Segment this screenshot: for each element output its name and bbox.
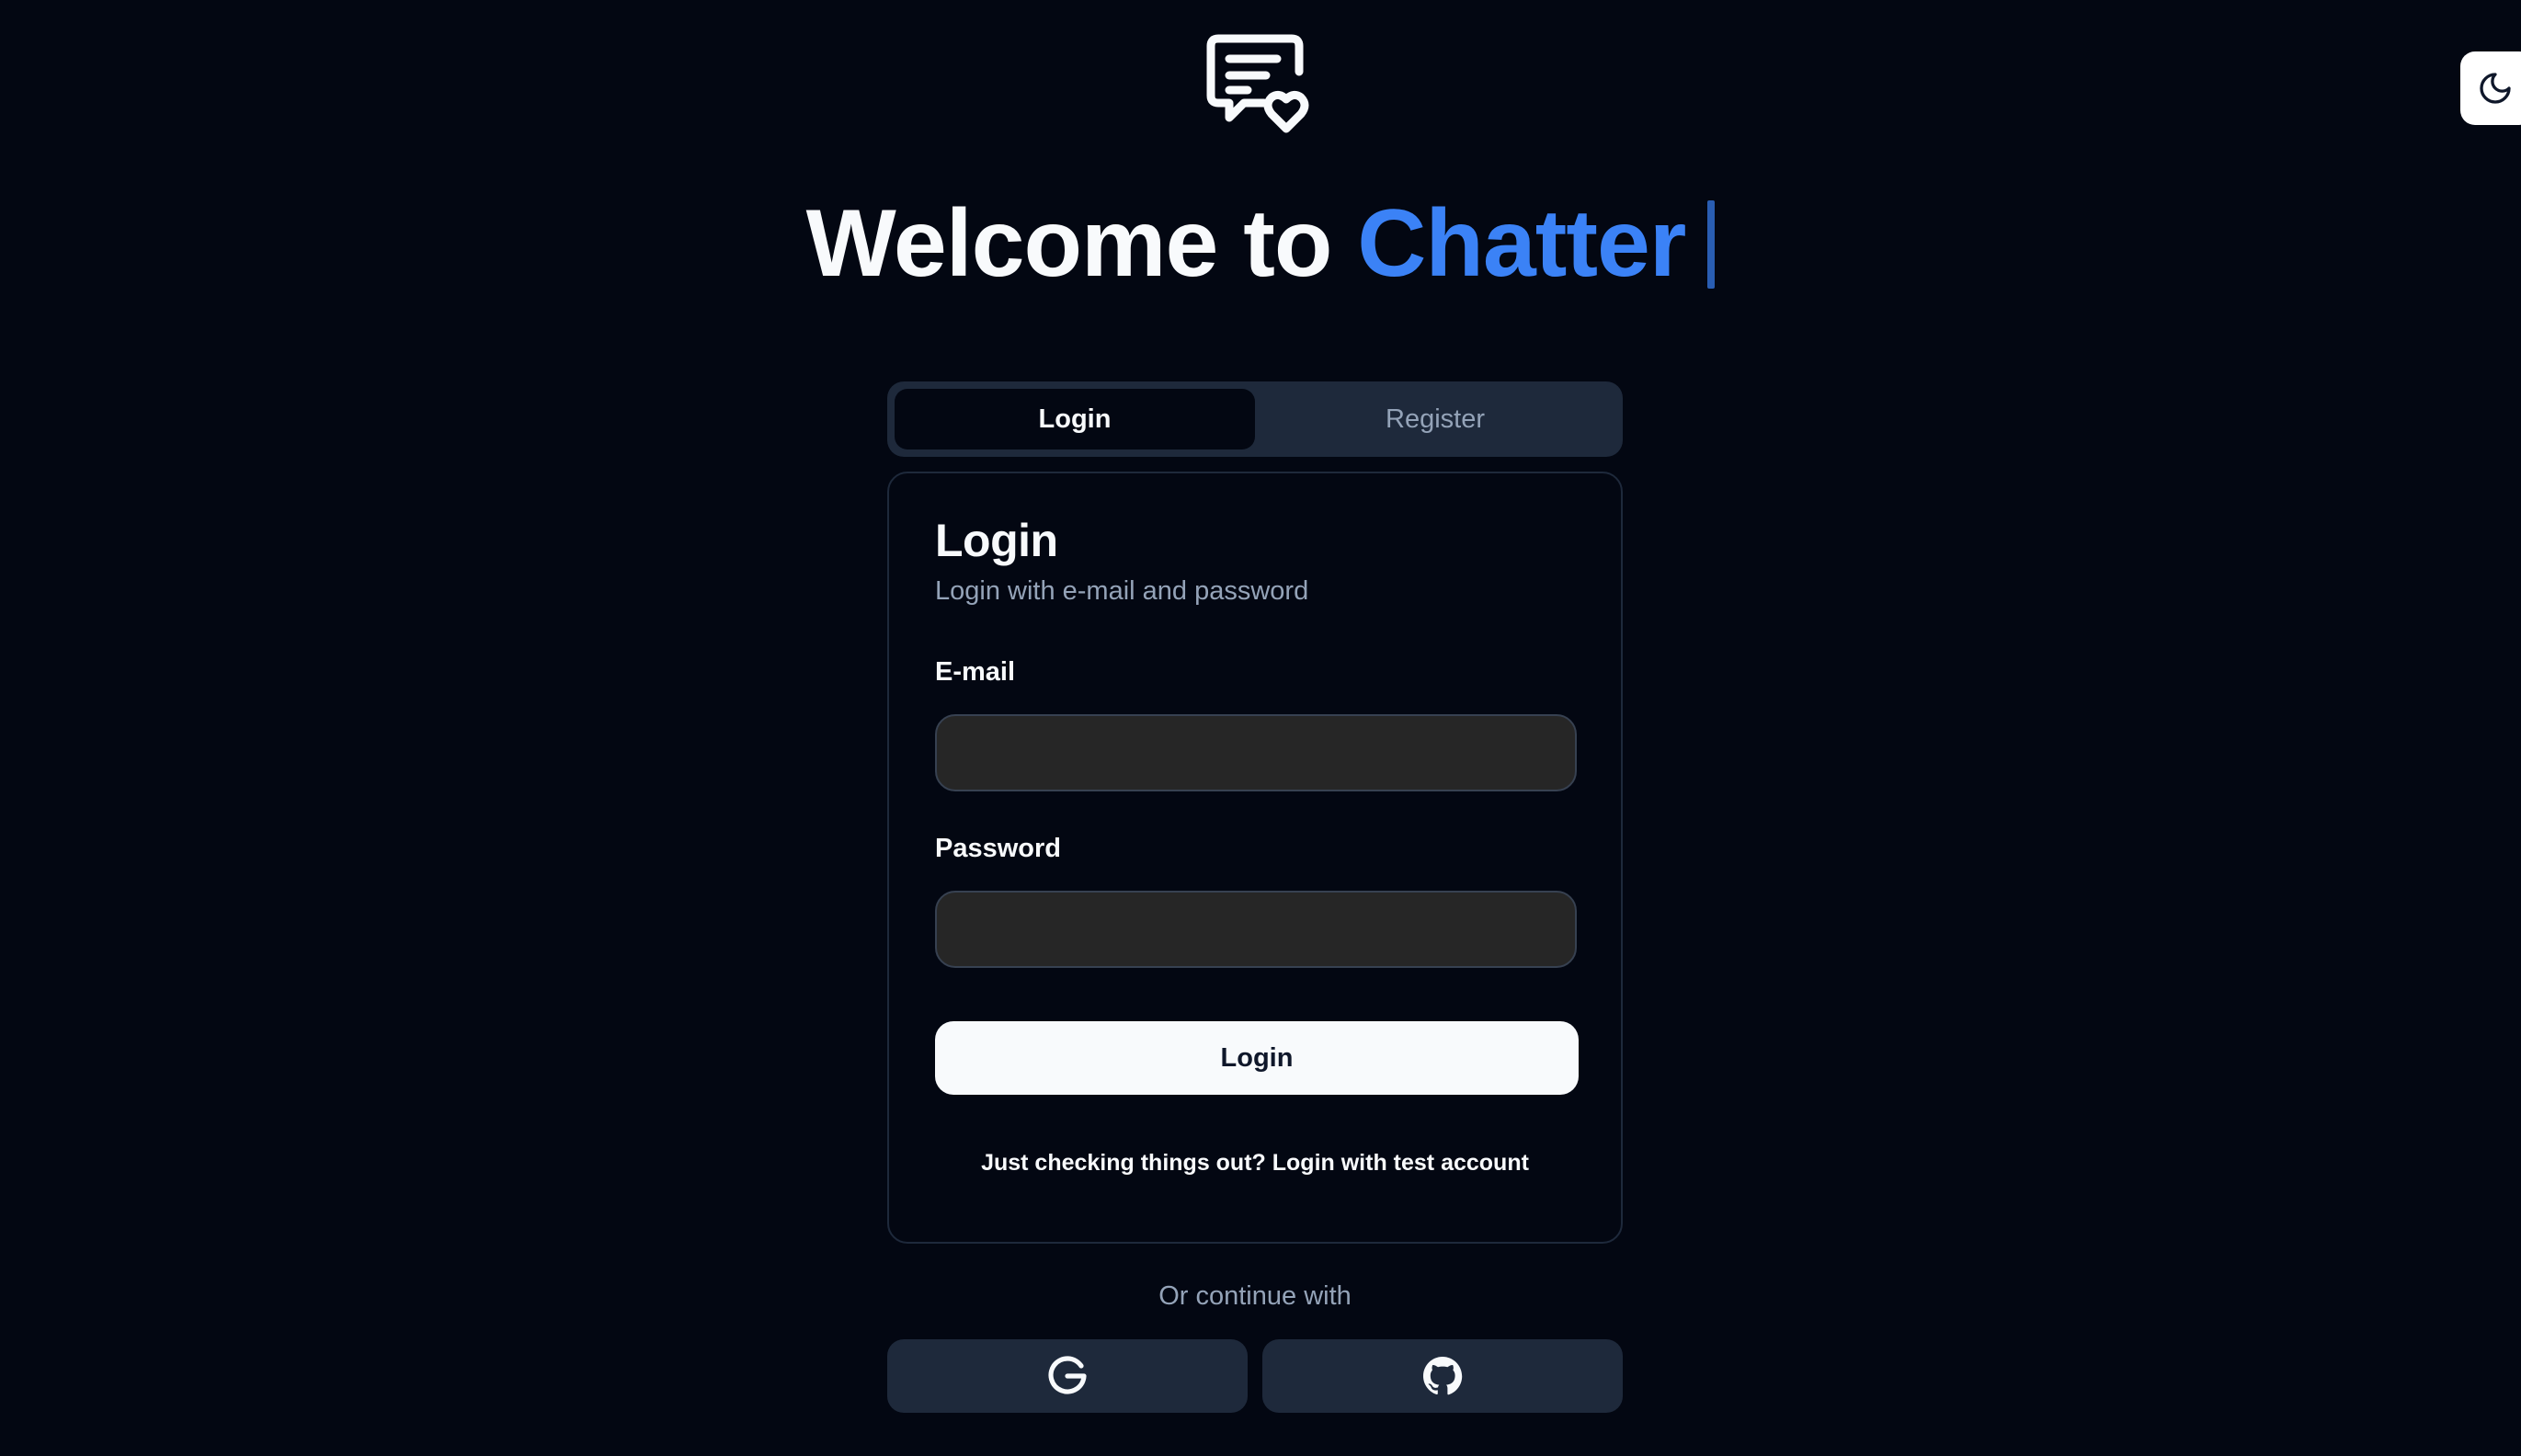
title-brand: Chatter bbox=[1357, 190, 1686, 297]
typing-cursor bbox=[1707, 200, 1716, 289]
auth-tabs: Login Register bbox=[887, 381, 1623, 457]
password-label: Password bbox=[935, 834, 1061, 863]
login-submit-button[interactable]: Login bbox=[935, 1021, 1579, 1095]
email-label: E-mail bbox=[935, 657, 1016, 687]
google-icon bbox=[1048, 1356, 1087, 1394]
oauth-divider-text: Or continue with bbox=[1158, 1281, 1352, 1311]
auth-page: Welcome to Chatter Login Register Login … bbox=[0, 0, 2521, 1456]
card-subtitle: Login with e-mail and password bbox=[935, 576, 1309, 606]
password-field[interactable] bbox=[935, 891, 1577, 968]
message-heart-icon bbox=[1206, 34, 1309, 133]
card-title: Login bbox=[935, 515, 1058, 566]
moon-icon bbox=[2480, 73, 2511, 104]
page-title: Welcome to Chatter bbox=[0, 184, 2521, 303]
test-account-link[interactable]: Just checking things out? Login with tes… bbox=[889, 1150, 1621, 1177]
github-icon bbox=[1423, 1357, 1463, 1395]
theme-toggle-button[interactable] bbox=[2460, 51, 2521, 125]
tab-register[interactable]: Register bbox=[1255, 389, 1615, 449]
github-login-button[interactable] bbox=[1262, 1339, 1623, 1413]
tab-login[interactable]: Login bbox=[895, 389, 1255, 449]
login-card: Login Login with e-mail and password E-m… bbox=[887, 472, 1623, 1244]
google-login-button[interactable] bbox=[887, 1339, 1248, 1413]
email-field[interactable] bbox=[935, 714, 1577, 791]
title-prefix: Welcome to bbox=[805, 190, 1358, 297]
